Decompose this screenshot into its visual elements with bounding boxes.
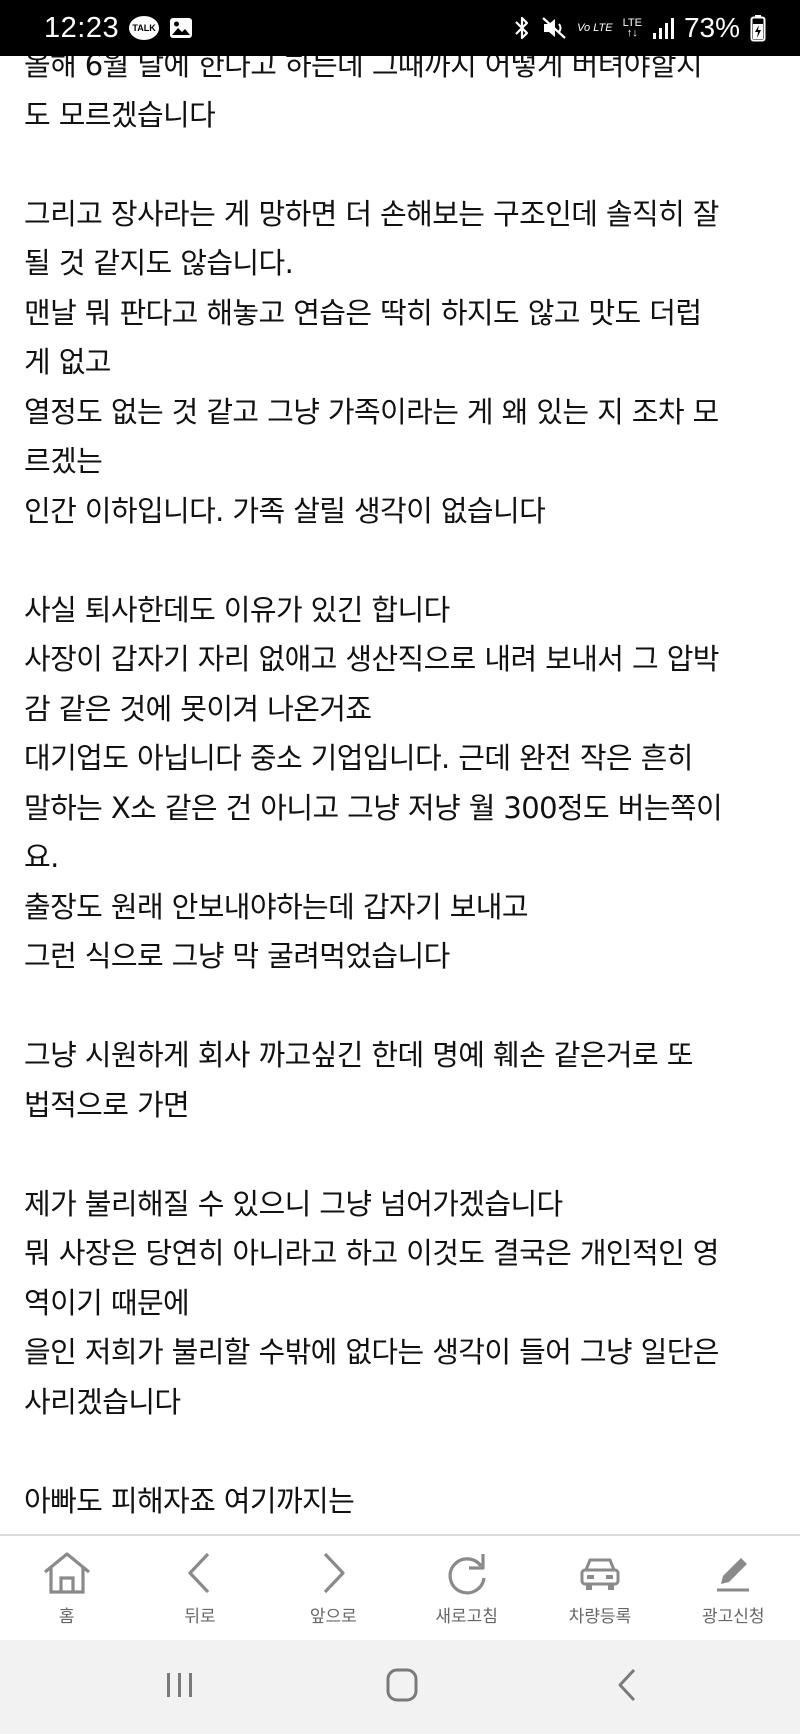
text-line: 대기업도 아닙니다 중소 기업입니다. 근데 완전 작은 흔히 <box>24 741 693 775</box>
text-line: 제가 불리해질 수 있으니 그냥 넘어가겠습니다 <box>24 1186 563 1221</box>
text-line: 그리고 장사라는 게 망하면 더 손해보는 구조인데 솔직히 잘 <box>24 196 719 231</box>
pencil-icon <box>707 1550 759 1596</box>
back-nav-icon <box>608 1667 648 1707</box>
toolbar-car-register-label: 차량등록 <box>568 1607 632 1627</box>
text-line: 인간 이하입니다. 가족 살릴 생각이 없습니다 <box>24 493 546 528</box>
text-line: 출장도 원래 안보내야하는데 갑자기 보내고 <box>24 889 529 924</box>
toolbar-ad-request-label: 광고신청 <box>702 1607 765 1627</box>
back-nav-button[interactable] <box>598 1662 658 1712</box>
kakaotalk-notification-icon: TALK <box>129 16 160 40</box>
text-line: 그냥 시원하게 회사 까고싶긴 한데 명예 훼손 같은거로 또 <box>24 1038 693 1072</box>
article-body: 올해 6월 달에 한다고 하는데 그때까지 어떻게 버텨야할지 도 모르겠습니다 그… <box>24 41 776 1526</box>
volte-indicator: Vo LTE <box>577 22 613 34</box>
text-line: 르겠는 <box>24 444 103 478</box>
chevron-left-icon <box>174 1550 226 1596</box>
toolbar-ad-request-button[interactable]: 광고신청 <box>667 1536 800 1642</box>
text-line: 아빠도 피해자죠 여기까지는 <box>24 1483 355 1518</box>
signal-icon <box>652 16 674 40</box>
status-right: Vo LTE LTE ↑↓ 73% <box>513 10 766 46</box>
toolbar-back-button[interactable]: 뒤로 <box>133 1536 266 1642</box>
recent-apps-icon <box>160 1667 200 1707</box>
toolbar-forward-button[interactable]: 앞으로 <box>267 1536 400 1642</box>
car-icon <box>574 1550 626 1596</box>
text-line: 뭐 사장은 당연히 아니라고 하고 이것도 결국은 개인적인 영 <box>24 1236 719 1270</box>
status-bar: 12:23 TALK Vo LTE LTE ↑↓ 73% <box>0 0 800 56</box>
text-line: 맨날 뭐 판다고 해놓고 연습은 딱히 하지도 않고 맛도 더럽 <box>24 295 702 330</box>
text-line: 법적으로 가면 <box>24 1087 190 1122</box>
home-icon <box>41 1550 93 1596</box>
text-line: 사실 퇴사한데도 이유가 있긴 합니다 <box>24 592 450 627</box>
recent-apps-button[interactable] <box>150 1662 210 1712</box>
system-navigation-bar <box>0 1640 800 1734</box>
toolbar-home-label: 홈 <box>58 1607 75 1627</box>
toolbar-back-label: 뒤로 <box>184 1607 216 1627</box>
chevron-right-icon <box>307 1550 359 1596</box>
battery-percent: 73% <box>683 12 740 43</box>
lte-indicator: LTE ↑↓ <box>622 17 642 39</box>
status-time: 12:23 <box>44 11 120 44</box>
mute-icon <box>541 15 567 41</box>
text-line: 사장이 갑자기 자리 없애고 생산직으로 내려 보내서 그 압박 <box>24 642 719 676</box>
home-nav-icon <box>382 1667 422 1707</box>
toolbar-refresh-label: 새로고침 <box>435 1607 498 1627</box>
lte-label: LTE ↑↓ <box>622 17 642 39</box>
browser-toolbar: 홈 뒤로 앞으로 새로고침 차량등록 광고신청 <box>0 1534 800 1642</box>
text-line: 을인 저희가 불리할 수밖에 없다는 생각이 들어 그냥 일단은 <box>24 1335 719 1369</box>
toolbar-refresh-button[interactable]: 새로고침 <box>400 1536 533 1642</box>
text-line: 그런 식으로 그냥 막 굴려먹었습니다 <box>24 939 450 973</box>
text-line: 될 것 같지도 않습니다. <box>24 246 294 280</box>
toolbar-car-register-button[interactable]: 차량등록 <box>533 1536 666 1642</box>
home-nav-button[interactable] <box>372 1662 432 1712</box>
status-left: 12:23 TALK <box>44 10 193 46</box>
battery-charging-icon <box>750 14 766 42</box>
text-line: 게 없고 <box>24 345 111 379</box>
text-line: 열정도 없는 것 같고 그냥 가족이라는 게 왜 있는 지 조차 모 <box>24 394 719 429</box>
text-line: 요. <box>24 840 59 874</box>
bluetooth-icon <box>513 15 531 41</box>
refresh-icon <box>441 1550 493 1596</box>
screen: 올해 6월 달에 한다고 하는데 그때까지 어떻게 버텨야할지 도 모르겠습니다 그… <box>0 0 800 1734</box>
article-content[interactable]: 올해 6월 달에 한다고 하는데 그때까지 어떻게 버텨야할지 도 모르겠습니다 그… <box>0 0 800 1534</box>
text-line: 역이기 때문에 <box>24 1285 190 1320</box>
text-line: 도 모르겠습니다 <box>24 97 216 132</box>
gallery-notification-icon <box>169 17 193 39</box>
toolbar-forward-label: 앞으로 <box>309 1607 357 1627</box>
text-line: 말하는 X소 같은 건 아니고 그냥 저냥 월 300정도 버는쪽이 <box>24 790 723 825</box>
text-line: 사리겠습니다 <box>24 1384 181 1419</box>
toolbar-home-button[interactable]: 홈 <box>0 1536 133 1642</box>
lte-text: LTE <box>622 17 642 29</box>
text-line: 감 같은 것에 못이겨 나온거죠 <box>24 691 372 726</box>
